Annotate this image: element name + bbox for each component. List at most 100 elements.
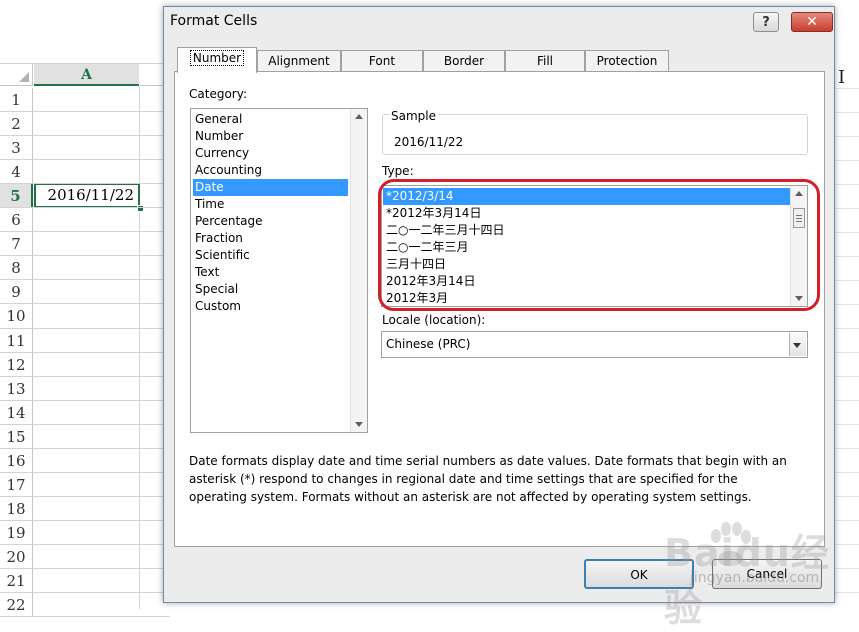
category-item[interactable]: Text	[193, 264, 348, 281]
row-header[interactable]: 7	[0, 232, 33, 257]
type-label: Type:	[382, 164, 414, 178]
format-cells-dialog: Format Cells ? ✕ Number Alignment Font B…	[163, 6, 835, 603]
row-header[interactable]: 12	[0, 352, 33, 377]
locale-value: Chinese (PRC)	[386, 337, 471, 351]
tab-alignment[interactable]: Alignment	[257, 50, 341, 71]
gridline	[835, 544, 859, 545]
gridline	[835, 496, 859, 497]
row-header[interactable]: 22	[0, 593, 33, 618]
sample-label: Sample	[389, 109, 438, 123]
gridline	[0, 592, 170, 594]
row-header[interactable]: 1	[0, 88, 33, 112]
gridline	[0, 327, 170, 329]
category-item[interactable]: Custom	[193, 298, 348, 315]
gridline	[0, 303, 170, 305]
row-header[interactable]: 4	[0, 160, 33, 185]
select-all-corner[interactable]	[0, 64, 33, 86]
row-header[interactable]: 20	[0, 544, 33, 569]
category-item[interactable]: Time	[193, 196, 348, 213]
row-header[interactable]: 9	[0, 280, 33, 305]
gridline	[0, 399, 170, 401]
row-header[interactable]: 6	[0, 208, 33, 233]
gridline	[835, 472, 859, 473]
help-button[interactable]: ?	[753, 12, 779, 32]
dropdown-button[interactable]	[789, 333, 806, 356]
gridline	[0, 495, 170, 497]
category-item[interactable]: Fraction	[193, 230, 348, 247]
gridline	[0, 447, 170, 449]
gridline	[0, 279, 170, 281]
tab-border[interactable]: Border	[423, 50, 505, 71]
category-item[interactable]: General	[193, 111, 348, 128]
scroll-down-icon[interactable]	[355, 422, 363, 427]
row-header[interactable]: 18	[0, 496, 33, 521]
gridline	[835, 448, 859, 449]
gridline	[835, 424, 859, 425]
format-description: Date formats display date and time seria…	[189, 454, 787, 504]
scroll-up-icon[interactable]	[355, 114, 363, 119]
tab-font[interactable]: Font	[341, 50, 423, 71]
tab-number[interactable]: Number	[177, 47, 257, 73]
gridline	[0, 183, 170, 185]
category-item[interactable]: Currency	[193, 145, 348, 162]
gridline	[835, 88, 859, 89]
category-item[interactable]: Number	[193, 128, 348, 145]
gridline	[0, 519, 170, 521]
gridline	[0, 351, 170, 353]
locale-label: Locale (location):	[382, 313, 486, 327]
gridline	[0, 471, 170, 473]
gridline	[0, 135, 170, 137]
row-header[interactable]: 11	[0, 328, 33, 353]
row-header[interactable]: 17	[0, 472, 33, 497]
chevron-down-icon	[793, 343, 801, 348]
row-header[interactable]: 8	[0, 256, 33, 281]
category-scrollbar[interactable]	[350, 109, 367, 432]
category-item[interactable]: Percentage	[193, 213, 348, 230]
number-tab-panel: Category: General Number Currency Accountin…	[174, 71, 825, 547]
tab-fill[interactable]: Fill	[505, 50, 585, 71]
gridline	[835, 304, 859, 305]
gridline	[835, 400, 859, 401]
row-header[interactable]: 3	[0, 136, 33, 161]
row-header[interactable]: 13	[0, 376, 33, 401]
row-header[interactable]: 14	[0, 400, 33, 425]
gridline	[0, 255, 170, 257]
active-cell-a5[interactable]: 2016/11/22	[34, 183, 140, 208]
column-header-a[interactable]: A	[34, 64, 139, 86]
sheet-right-strip	[835, 60, 859, 609]
category-item[interactable]: Accounting	[193, 162, 348, 179]
gridline	[139, 86, 140, 609]
category-item[interactable]: Scientific	[193, 247, 348, 264]
gridline	[835, 160, 859, 161]
gridline	[0, 616, 170, 618]
gridline	[0, 207, 170, 209]
fill-handle[interactable]	[137, 205, 144, 212]
category-label: Category:	[189, 87, 247, 101]
row-header[interactable]: 19	[0, 520, 33, 545]
locale-select[interactable]: Chinese (PRC)	[381, 331, 808, 358]
category-item[interactable]: Special	[193, 281, 348, 298]
gridline	[0, 375, 170, 377]
category-list[interactable]: General Number Currency Accounting Date Time P…	[190, 108, 368, 433]
row-header[interactable]: 10	[0, 304, 33, 329]
gridline	[835, 280, 859, 281]
row-header[interactable]: 2	[0, 112, 33, 137]
gridline	[835, 568, 859, 569]
cancel-button[interactable]: Cancel	[712, 559, 822, 589]
row-header[interactable]: 16	[0, 448, 33, 473]
gridline	[835, 184, 859, 185]
ok-button[interactable]: OK	[584, 559, 694, 589]
dialog-titlebar[interactable]: Format Cells ? ✕	[164, 7, 834, 37]
gridline	[0, 568, 170, 569]
gridline	[0, 423, 170, 425]
gridline	[835, 328, 859, 329]
row-header[interactable]: 5	[0, 184, 33, 209]
gridline	[0, 111, 170, 113]
row-header[interactable]: 21	[0, 569, 33, 593]
tab-protection[interactable]: Protection	[585, 50, 669, 71]
gridline	[835, 136, 859, 137]
close-button[interactable]: ✕	[791, 12, 833, 32]
row-header[interactable]: 15	[0, 424, 33, 449]
corner-triangle-icon	[19, 72, 29, 82]
category-item[interactable]: Date	[193, 179, 348, 196]
